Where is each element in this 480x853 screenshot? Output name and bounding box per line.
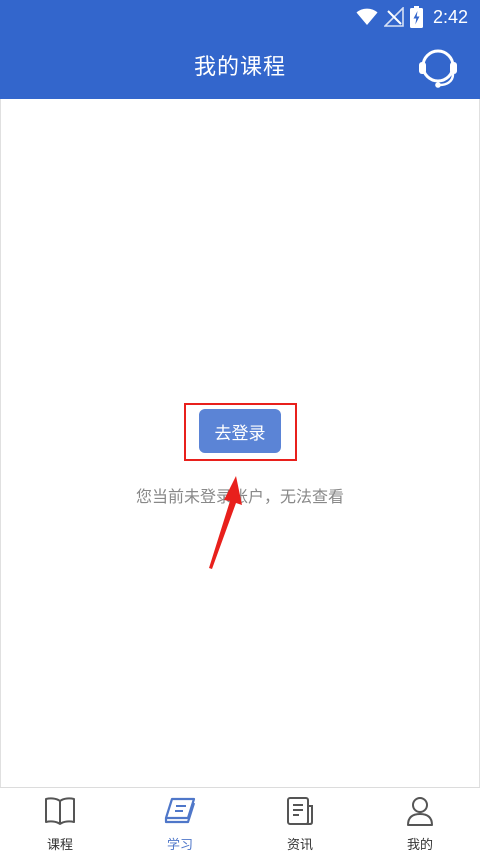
app-header: 2:42 我的课程 bbox=[0, 0, 480, 99]
nav-item-study[interactable]: 学习 bbox=[120, 788, 240, 853]
nav-item-mine[interactable]: 我的 bbox=[360, 788, 480, 853]
nav-label-study: 学习 bbox=[166, 838, 193, 853]
nav-label-news: 资讯 bbox=[286, 838, 313, 853]
nav-label-courses: 课程 bbox=[46, 838, 73, 853]
bottom-nav: 课程 学习 资讯 我的 bbox=[0, 787, 480, 853]
status-time: 2:42 bbox=[432, 6, 468, 27]
wifi-icon bbox=[356, 8, 378, 25]
status-icons: 2:42 bbox=[356, 6, 468, 28]
not-logged-in-notice: 您当前未登录账户，无法查看 bbox=[135, 487, 344, 506]
battery-charging-icon bbox=[409, 6, 423, 28]
page-title: 我的课程 bbox=[193, 55, 286, 80]
news-icon bbox=[287, 797, 313, 825]
study-book-icon bbox=[164, 797, 196, 824]
nav-label-mine: 我的 bbox=[406, 838, 433, 853]
nav-item-news[interactable]: 资讯 bbox=[240, 788, 360, 853]
no-signal-icon bbox=[383, 7, 404, 27]
user-icon bbox=[407, 797, 433, 826]
go-login-button[interactable]: 去登录 bbox=[199, 409, 281, 453]
nav-item-courses[interactable]: 课程 bbox=[0, 788, 120, 853]
title-bar: 我的课程 bbox=[0, 33, 480, 99]
status-bar: 2:42 bbox=[0, 0, 480, 33]
customer-service-icon[interactable] bbox=[416, 46, 460, 90]
book-open-icon bbox=[45, 797, 75, 825]
